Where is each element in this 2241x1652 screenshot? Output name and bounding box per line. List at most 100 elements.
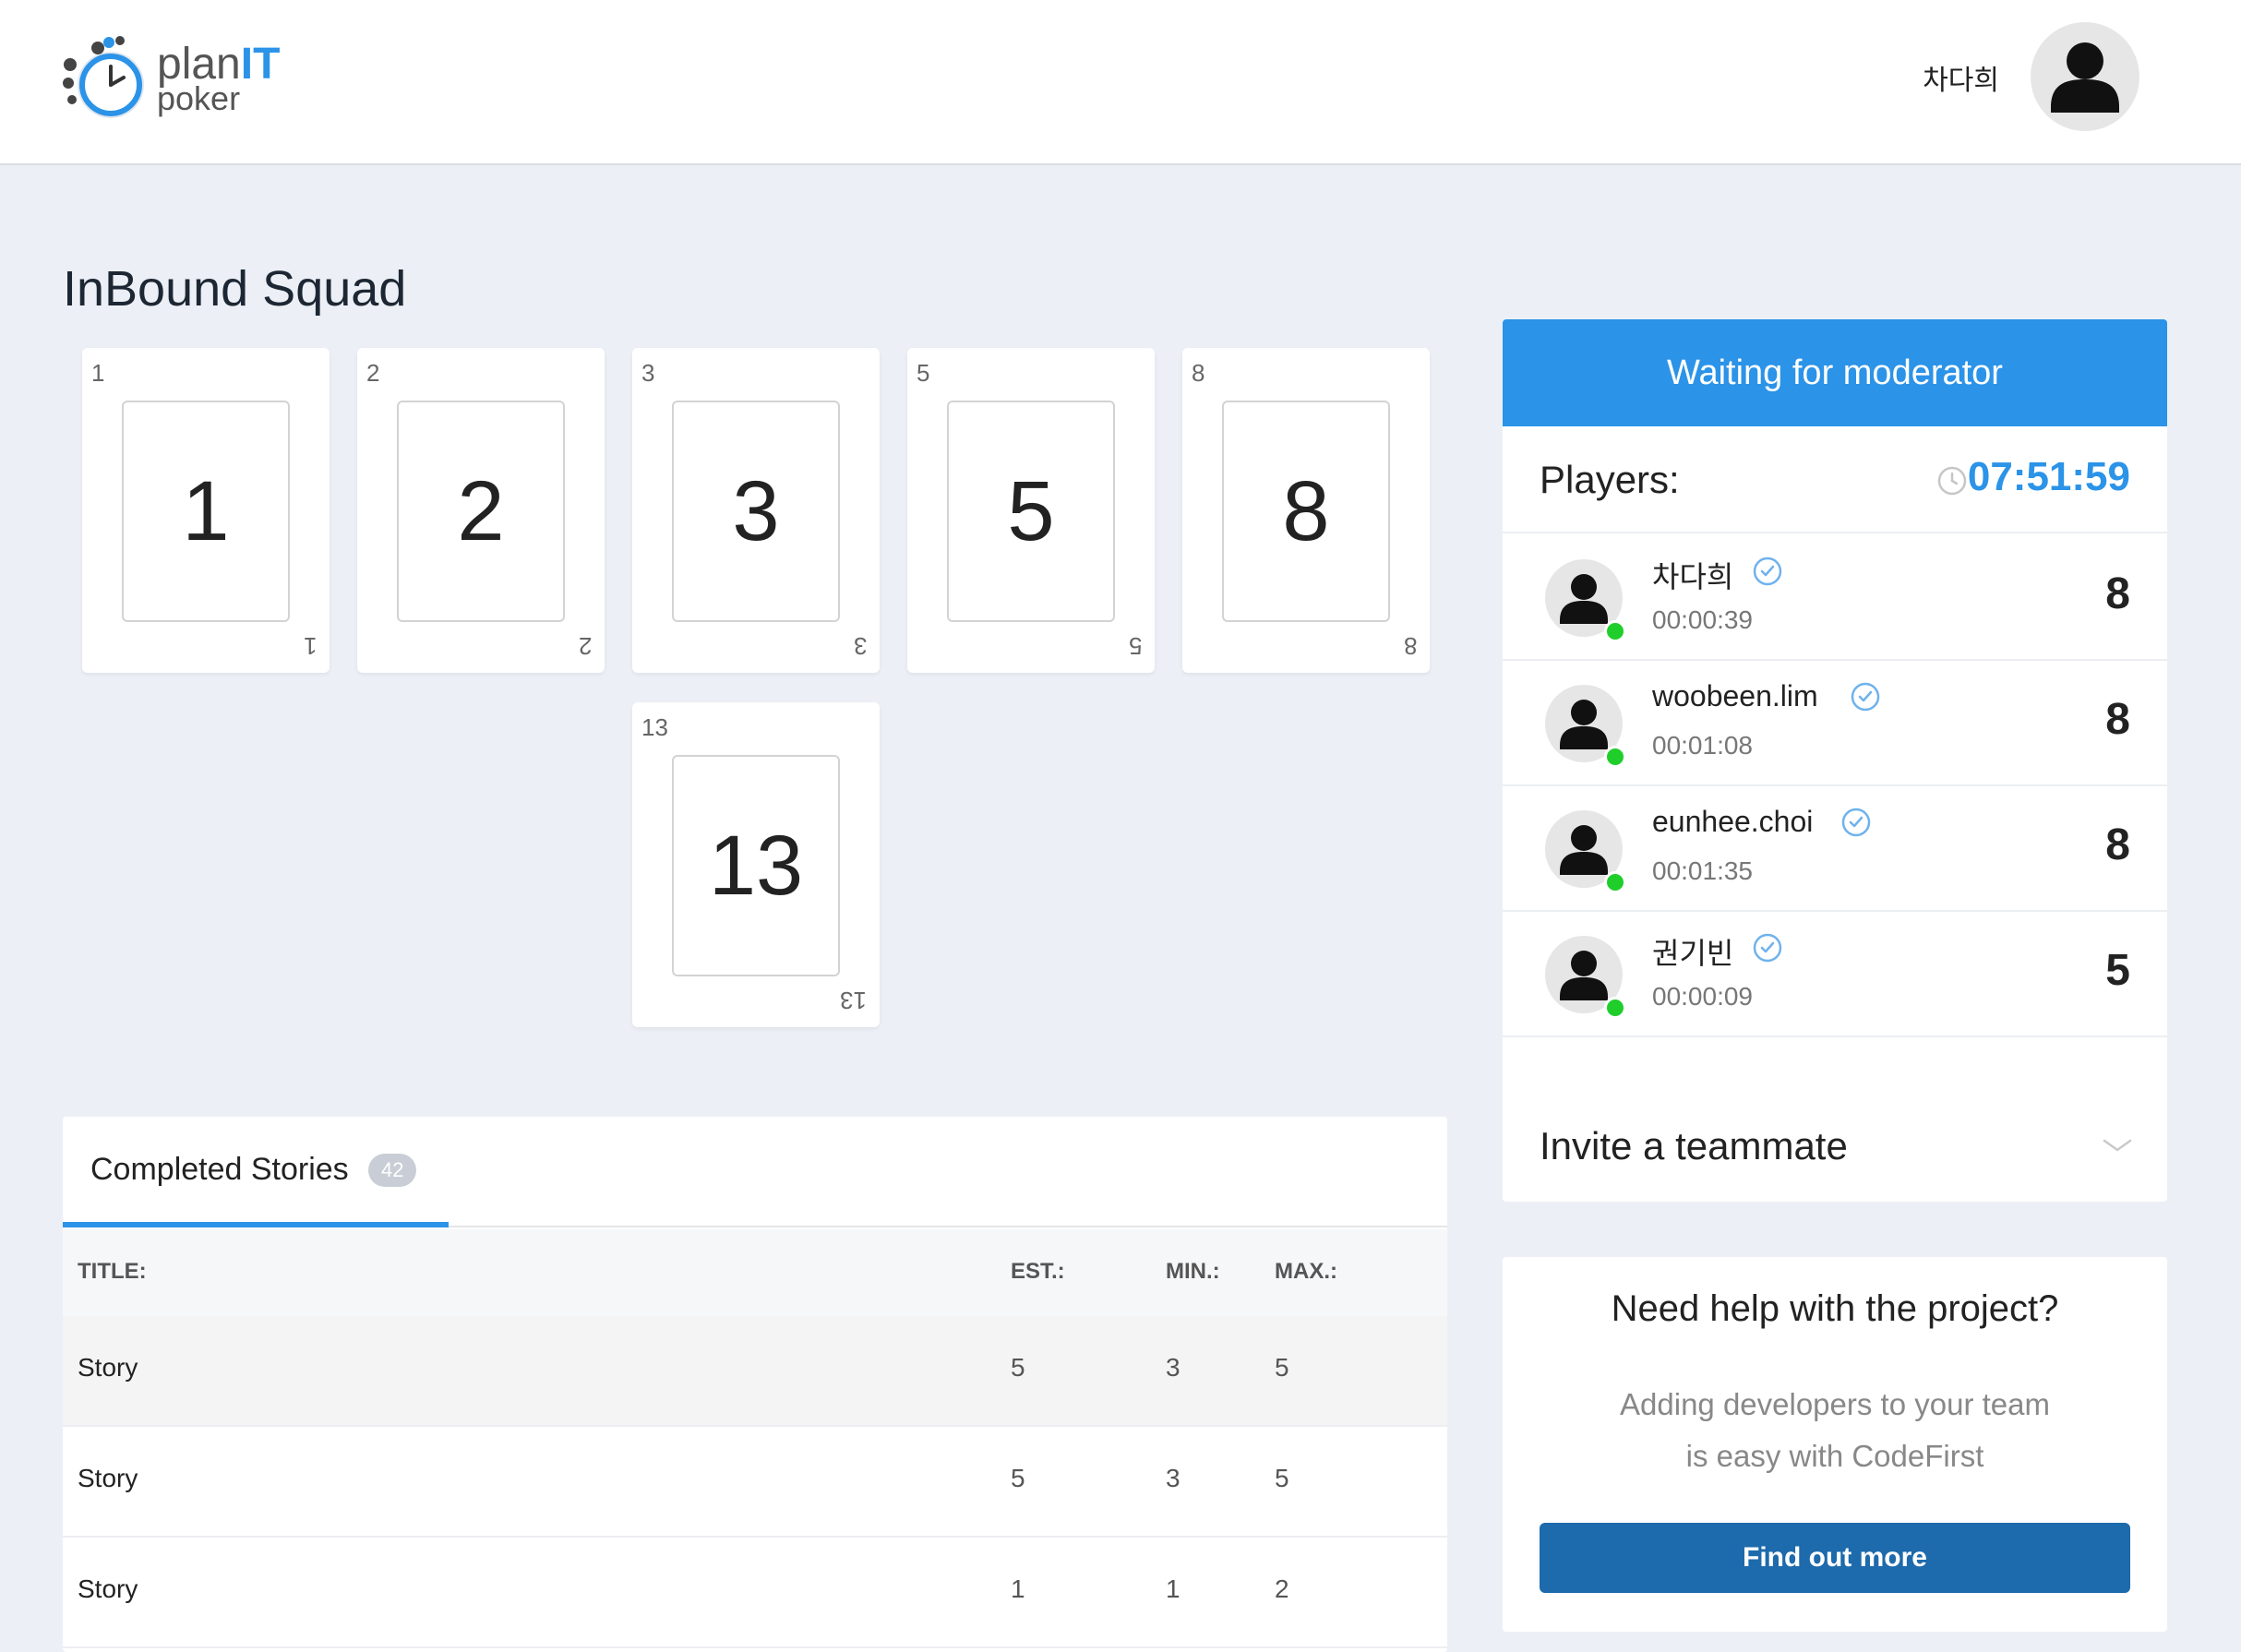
player-vote: 8 [2105,695,2130,744]
stopwatch-logo-icon [63,36,144,118]
player-vote: 8 [2105,820,2130,869]
column-max[interactable]: MAX.: [1275,1259,1337,1285]
help-description: Adding developers to your team is easy w… [1503,1379,2167,1482]
voted-check-icon [1753,557,1782,586]
player-row: 권기빈 00:00:09 5 [1503,912,2167,1037]
player-vote: 5 [2105,946,2130,995]
player-time: 00:00:09 [1652,982,1753,1011]
column-est[interactable]: EST.: [1011,1259,1065,1285]
estimate-card-1[interactable]: 1 1 1 [82,348,330,673]
card-corner-bottom: 5 [1128,632,1142,660]
room-title: InBound Squad [63,261,407,317]
story-max: 5 [1275,1353,1289,1382]
voted-check-icon [1753,933,1782,963]
player-vote: 8 [2105,569,2130,618]
card-face: 5 [947,401,1115,622]
card-value: 2 [457,463,505,558]
card-face: 8 [1222,401,1390,622]
help-promo-card: Need help with the project? Adding devel… [1503,1257,2167,1632]
player-row: 차다희 00:00:39 8 [1503,535,2167,661]
story-title: Story [78,1353,138,1382]
table-row[interactable]: Story 1 1 2 [63,1538,1447,1648]
estimate-card-5[interactable]: 5 5 5 [907,348,1155,673]
card-face: 1 [122,401,290,622]
player-name: 권기빈 [1652,937,1734,970]
story-min: 3 [1166,1464,1180,1492]
story-min: 3 [1166,1353,1180,1382]
card-corner-top: 3 [641,359,655,387]
stories-table-header: TITLE: EST.: MIN.: MAX.: [63,1229,1447,1316]
player-row: woobeen.lim 00:01:08 8 [1503,661,2167,786]
players-label: Players: [1540,458,1680,501]
story-est: 5 [1011,1464,1025,1492]
player-time: 00:00:39 [1652,605,1753,634]
column-min[interactable]: MIN.: [1166,1259,1220,1285]
tab-completed-stories[interactable]: Completed Stories 42 [63,1117,449,1227]
story-max: 5 [1275,1464,1289,1492]
stories-tab-bar: Completed Stories 42 [63,1117,1447,1227]
online-status-dot [1604,997,1626,1019]
table-row[interactable]: Story 5 3 5 [63,1427,1447,1538]
help-title: Need help with the project? [1611,1288,2059,1329]
card-corner-bottom: 1 [303,632,317,660]
chevron-down-icon[interactable] [2101,1135,2134,1157]
current-user-name[interactable]: 차다희 [1923,57,1999,98]
help-line-2: is easy with CodeFirst [1685,1439,1984,1473]
planit-poker-logo[interactable]: planIT poker [61,31,282,127]
online-status-dot [1604,871,1626,893]
logo-poker-text: poker [157,79,241,117]
help-line-1: Adding developers to your team [1620,1387,2050,1421]
invite-teammate-toggle[interactable]: Invite a teammate [1540,1124,1848,1168]
completed-stories-panel: Completed Stories 42 TITLE: EST.: MIN.: … [63,1117,1447,1652]
card-face: 13 [672,755,840,976]
online-status-dot [1604,746,1626,768]
clock-icon [1937,466,1967,496]
user-avatar[interactable] [2031,22,2139,131]
find-out-more-button[interactable]: Find out more [1540,1523,2130,1593]
player-time: 00:01:35 [1652,856,1753,885]
player-name: eunhee.choi [1652,805,1814,838]
story-max: 2 [1275,1574,1289,1603]
estimate-card-3[interactable]: 3 3 3 [632,348,880,673]
card-corner-top: 1 [91,359,105,387]
estimate-card-13[interactable]: 13 13 13 [632,702,880,1027]
card-corner-bottom: 13 [840,987,867,1014]
card-corner-top: 8 [1192,359,1205,387]
card-value: 8 [1282,463,1330,558]
logo-it-text: IT [240,40,281,89]
player-row: eunhee.choi 00:01:35 8 [1503,786,2167,912]
estimate-card-2[interactable]: 2 2 2 [357,348,605,673]
top-header: planIT poker 차다희 [0,0,2241,165]
card-face: 2 [397,401,565,622]
story-est: 5 [1011,1353,1025,1382]
card-value: 3 [732,463,780,558]
online-status-dot [1604,620,1626,642]
moderator-status-banner: Waiting for moderator [1503,319,2167,426]
card-corner-top: 5 [917,359,930,387]
card-value: 13 [708,818,804,913]
card-corner-bottom: 2 [578,632,592,660]
player-name: 차다희 [1652,560,1734,593]
stories-count-badge: 42 [368,1154,417,1187]
card-corner-top: 13 [641,713,668,741]
card-corner-top: 2 [366,359,380,387]
tab-label: Completed Stories [90,1152,349,1187]
estimate-card-8[interactable]: 8 8 8 [1182,348,1430,673]
card-face: 3 [672,401,840,622]
card-corner-bottom: 3 [853,632,867,660]
session-timer: 07:51:59 [1967,454,2130,499]
voted-check-icon [1841,808,1871,837]
card-value: 5 [1007,463,1055,558]
table-row[interactable]: Story 5 3 5 [63,1316,1447,1427]
players-panel: Waiting for moderator Players: 07:51:59 … [1503,319,2167,1202]
user-silhouette-icon [2051,42,2119,113]
player-time: 00:01:08 [1652,731,1753,760]
card-value: 1 [182,463,230,558]
story-est: 1 [1011,1574,1025,1603]
story-title: Story [78,1464,138,1492]
players-header: Players: 07:51:59 [1503,426,2167,533]
story-min: 1 [1166,1574,1180,1603]
voted-check-icon [1851,682,1880,712]
column-title[interactable]: TITLE: [78,1259,147,1285]
story-title: Story [78,1574,138,1603]
